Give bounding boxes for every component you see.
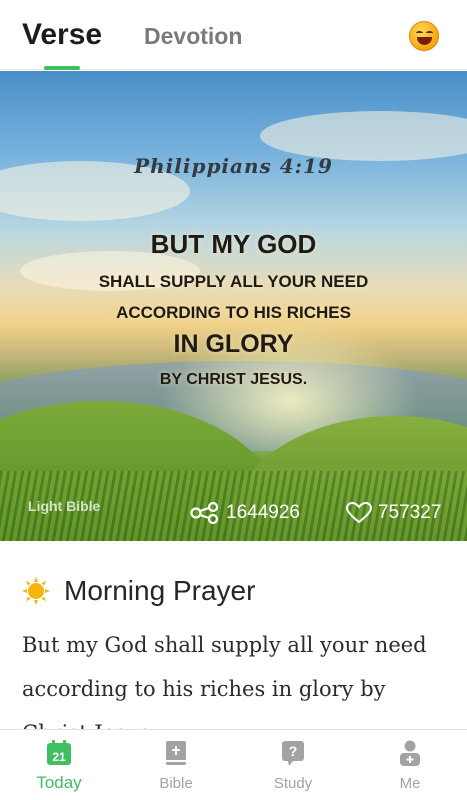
share-icon [190,502,219,524]
question-icon: ? [282,741,304,766]
like-button[interactable]: 757327 [346,502,441,524]
prayer-title: Morning Prayer [64,575,256,606]
nav-today[interactable]: 21 Today [19,740,99,793]
tab-verse[interactable]: Verse [22,18,102,52]
verse-line: IN GLORY [173,330,294,358]
verse-line: BUT MY GOD [150,229,317,259]
nav-me-label: Me [399,775,421,792]
calendar-icon: 21 [47,740,71,765]
book-icon [166,741,186,765]
nav-me[interactable]: Me [370,740,450,792]
watermark-logo: Light Bible [28,498,101,514]
calendar-date: 21 [52,750,66,764]
verse-reference: Philippians 4:19 [134,154,333,178]
verse-line: BY CHRIST JESUS. [159,371,308,388]
nav-study[interactable]: ? Study [253,740,333,792]
laughing-face-icon[interactable] [409,21,439,51]
tab-devotion[interactable]: Devotion [144,23,242,50]
sun-icon [22,577,50,605]
svg-text:?: ? [289,743,298,759]
like-count: 757327 [378,502,442,523]
bottom-nav: 21 Today Bible ? Study Me [0,729,467,800]
active-tab-indicator [44,66,80,70]
nav-today-label: Today [36,773,82,792]
verse-image-card[interactable]: Philippians 4:19 BUT MY GOD SHALL SUPPLY… [0,71,467,541]
heart-icon [346,502,372,524]
prayer-text: But my God shall supply all your need ac… [22,633,427,729]
share-count: 1644926 [226,502,300,523]
prayer-header[interactable]: Morning Prayer [22,575,255,607]
nav-bible-label: Bible [159,775,193,792]
verse-line: SHALL SUPPLY ALL YOUR NEED [98,272,369,291]
top-header: Verse Devotion [0,0,467,70]
nav-bible[interactable]: Bible [136,740,216,792]
person-icon [400,740,420,766]
share-button[interactable]: 1644926 [190,502,300,524]
verse-line: ACCORDING TO HIS RICHES [116,303,351,322]
nav-study-label: Study [273,775,313,792]
